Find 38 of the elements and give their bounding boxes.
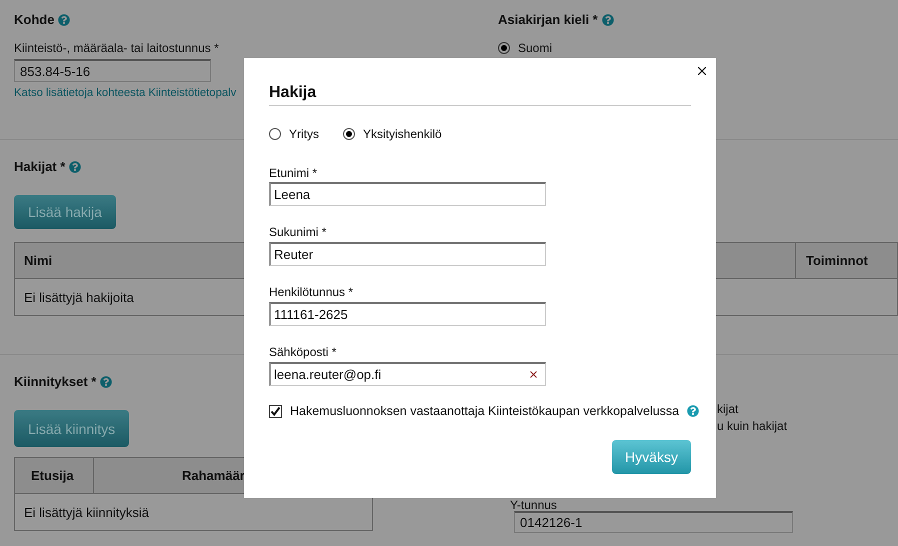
field-label: Etunimi * (269, 165, 318, 181)
help-icon[interactable] (69, 161, 82, 173)
field-label: Henkilötunnus * (269, 284, 354, 300)
radio-button[interactable] (498, 42, 510, 54)
radio-button[interactable] (343, 128, 355, 140)
clear-icon[interactable] (528, 369, 539, 380)
option-text: kijat (717, 401, 738, 418)
dialog-title: Hakija (269, 85, 691, 106)
close-button[interactable] (695, 64, 709, 78)
input-field[interactable]: 111161-2625 (269, 302, 546, 326)
radio-button[interactable] (269, 128, 281, 140)
input-field[interactable]: 0142126-1 (514, 511, 793, 533)
section-title: Hakijat * (14, 159, 66, 175)
column-header: Etusija (15, 458, 93, 494)
section-title: Kiinnitykset * (14, 374, 96, 390)
input-field[interactable]: Leena (269, 182, 546, 206)
column-header: Toiminnot (795, 243, 897, 279)
field-label: Y-tunnus (509, 499, 557, 511)
radio-label: Yksityishenkilö (363, 126, 442, 142)
input-field[interactable]: leena.reuter@op.fi (269, 362, 546, 386)
help-icon[interactable] (687, 405, 700, 417)
checkbox[interactable] (269, 404, 282, 418)
help-icon[interactable] (100, 376, 112, 388)
field-label: Sukunimi * (269, 224, 326, 240)
input-field[interactable]: Reuter (269, 242, 546, 266)
help-icon[interactable] (58, 14, 70, 26)
option-text: u kuin hakijat (717, 418, 788, 435)
section-title: Kohde (14, 12, 54, 28)
field-label: Sähköposti * (269, 344, 336, 360)
table-cell: Ei lisättyjä kiinnityksiä (24, 504, 149, 520)
radio-label: Yritys (289, 126, 319, 142)
help-icon[interactable] (602, 14, 614, 26)
field-label: Kiinteistö-, määräala- tai laitostunnus * (14, 40, 219, 56)
checkbox-label: Hakemusluonnoksen vastaanottaja Kiinteistökaupan verkkopalvelussa (290, 403, 680, 419)
section-title: Asiakirjan kieli * (498, 12, 598, 28)
radio-label: Suomi (518, 40, 552, 56)
input-field[interactable]: 853.84-5-16 (14, 59, 211, 82)
table-cell: Ei lisättyjä hakijoita (24, 290, 134, 304)
